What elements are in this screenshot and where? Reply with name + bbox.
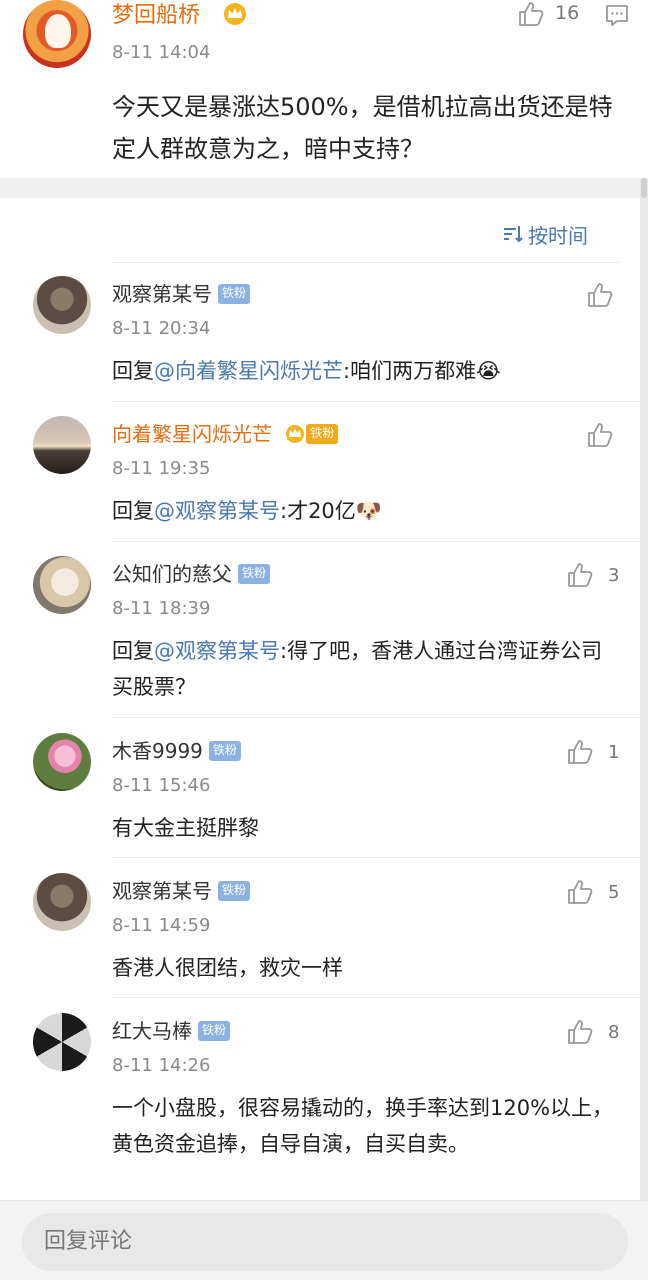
fan-badge: 铁粉: [198, 1020, 231, 1041]
divider: [112, 401, 640, 402]
fan-badge: 铁粉: [218, 880, 251, 901]
post-time: 8-11 14:04: [112, 42, 211, 63]
thumbs-up-icon[interactable]: [586, 281, 614, 309]
sort-icon: [504, 226, 523, 243]
section-divider: [0, 178, 648, 198]
post-like-count: 16: [555, 2, 580, 24]
reply-input[interactable]: 回复评论: [22, 1213, 628, 1271]
comment-time: 8-11 19:35: [112, 458, 211, 479]
reply-bar: 回复评论: [0, 1200, 648, 1280]
commenter-avatar[interactable]: [33, 416, 91, 474]
mention-link[interactable]: @观察第某号: [154, 639, 280, 663]
sort-label: 按时间: [528, 223, 588, 248]
thumbs-up-icon[interactable]: [566, 561, 594, 589]
comment-text: 回复@观察第某号:才20亿🐶: [112, 499, 382, 523]
comment-text: 香港人很团结，救灾一样: [112, 956, 343, 980]
mention-link[interactable]: @向着繁星闪烁光芒: [154, 359, 343, 383]
divider: [112, 541, 640, 542]
mention-link[interactable]: @观察第某号: [154, 499, 280, 523]
thumbs-up-icon[interactable]: [566, 1018, 594, 1046]
original-post: 梦回船桥 8-11 14:04 今天又是暴涨达500%，是借机拉高出货还是特定人…: [0, 0, 648, 178]
commenter-name[interactable]: 观察第某号 铁粉: [112, 280, 251, 308]
comment-icon[interactable]: [604, 2, 630, 28]
like-count: 8: [608, 1022, 620, 1043]
commenter-name[interactable]: 公知们的慈父 铁粉: [112, 560, 271, 588]
post-author-avatar[interactable]: [23, 0, 91, 68]
thumbs-up-icon[interactable]: [566, 878, 594, 906]
scrollbar-thumb[interactable]: [641, 178, 647, 198]
comment-text: 一个小盘股，很容易撬动的，换手率达到120%以上，黄色资金追捧，自导自演，自买自…: [112, 1096, 614, 1156]
comment-time: 8-11 20:34: [112, 318, 211, 339]
fan-badge: 铁粉: [306, 423, 339, 444]
commenter-name[interactable]: 观察第某号 铁粉: [112, 877, 251, 905]
commenter-avatar[interactable]: [33, 873, 91, 931]
commenter-avatar[interactable]: [33, 556, 91, 614]
thumbs-up-icon[interactable]: [566, 738, 594, 766]
comment-time: 8-11 14:59: [112, 915, 211, 936]
like-count: 5: [608, 882, 620, 903]
crown-icon: [286, 424, 305, 443]
comment-time: 8-11 14:26: [112, 1055, 211, 1076]
commenter-name[interactable]: 木香9999 铁粉: [112, 737, 241, 765]
comment-text: 回复@观察第某号:得了吧，香港人通过台湾证券公司买股票？: [112, 639, 603, 699]
fan-badge: 铁粉: [238, 563, 271, 584]
commenter-avatar[interactable]: [33, 276, 91, 334]
fan-badge: 铁粉: [208, 740, 241, 761]
divider: [112, 997, 640, 998]
fan-badge: 铁粉: [218, 283, 251, 304]
like-count: 3: [608, 565, 620, 586]
divider: [112, 262, 622, 263]
comment-text: 有大金主挺胖黎: [112, 816, 259, 840]
thumbs-up-icon[interactable]: [517, 0, 545, 28]
post-text: 今天又是暴涨达500%，是借机拉高出货还是特定人群故意为之，暗中支持？: [112, 93, 613, 163]
scrollbar-track[interactable]: [640, 178, 648, 1208]
sort-by-time-button[interactable]: 按时间: [502, 220, 588, 248]
divider: [112, 857, 640, 858]
commenter-name[interactable]: 向着繁星闪烁光芒 铁粉: [112, 420, 339, 448]
thumbs-up-icon[interactable]: [586, 421, 614, 449]
commenter-avatar[interactable]: [33, 733, 91, 791]
commenter-avatar[interactable]: [33, 1013, 91, 1071]
like-count: 1: [608, 742, 620, 763]
comment-time: 8-11 15:46: [112, 775, 211, 796]
comment-text: 回复@向着繁星闪烁光芒:咱们两万都难😭: [112, 359, 501, 383]
post-author-name[interactable]: 梦回船桥: [112, 2, 200, 30]
crown-icon: [224, 3, 246, 25]
commenter-name[interactable]: 红大马棒 铁粉: [112, 1017, 231, 1045]
divider: [112, 717, 640, 718]
comment-time: 8-11 18:39: [112, 598, 211, 619]
